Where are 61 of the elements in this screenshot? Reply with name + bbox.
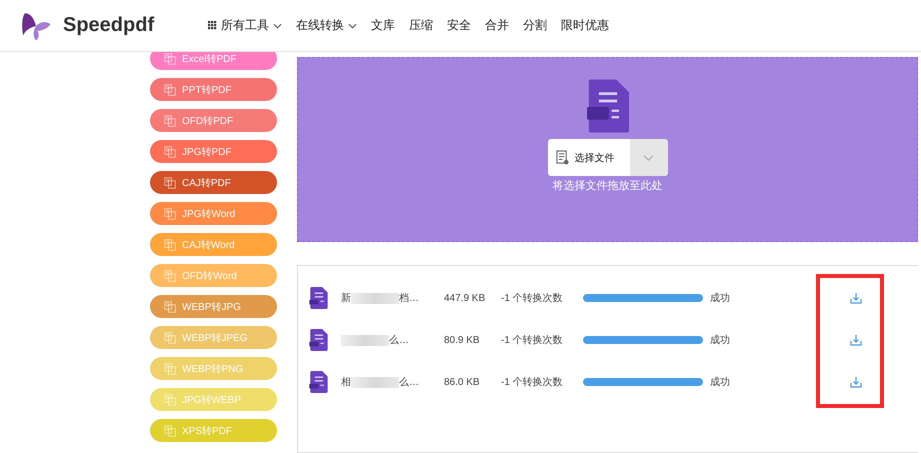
file-name: 相 [341,376,351,389]
nav-link[interactable]: 限时优惠 [561,17,609,34]
nav-link[interactable]: 分割 [523,17,547,34]
nav-link[interactable]: 压缩 [409,17,433,34]
download-icon[interactable] [850,292,862,304]
convert-icon [164,52,176,64]
convert-icon [164,300,176,312]
nav-link[interactable]: 合并 [485,17,509,34]
document-icon [556,150,568,165]
convert-icon [164,332,176,344]
drop-hint: 将选择文件拖放至此处 [552,178,662,193]
tool-button[interactable]: JPG转Word [150,202,277,225]
file-icon [309,371,328,393]
convert-icon [164,394,176,406]
convert-icon [164,424,176,436]
convert-icon [164,238,176,250]
file-name: 么… [399,376,419,389]
grid-icon [208,21,217,30]
tool-button[interactable]: JPG转PDF [150,140,277,163]
status-text: 成功 [710,292,731,305]
tool-button[interactable]: CAJ转PDF [150,171,277,194]
tool-button[interactable]: OFD转PDF [150,109,277,132]
blurred-text [351,292,399,304]
convert-icon [164,176,176,188]
pdf-file-icon [586,79,628,133]
convert-icon [164,362,176,374]
choose-file-button[interactable]: 选择文件 [548,139,630,176]
file-icon [309,287,328,309]
nav-link[interactable]: 文库 [371,17,395,34]
brand-name[interactable]: Speedpdf [63,14,154,37]
chevron-down-icon [348,22,357,28]
convert-icon [164,84,176,96]
tool-button[interactable]: Excel转PDF [150,52,277,70]
file-size: 80.9 KB [444,334,481,346]
nav-link[interactable]: 所有工具 [208,17,282,34]
tool-button[interactable]: PPT转PDF [150,78,277,101]
chevron-down-icon [273,22,282,28]
file-size: 86.0 KB [444,376,481,388]
nav-link[interactable]: 在线转换 [296,17,357,34]
conversion-count: -1 个转换次数 [501,292,564,305]
chevron-down-icon [643,154,654,160]
convert-icon [164,114,176,126]
convert-icon [164,146,176,158]
file-icon [309,329,328,351]
download-icon[interactable] [850,334,862,346]
convert-icon [164,208,176,220]
status-text: 成功 [710,376,731,389]
conversion-count: -1 个转换次数 [501,376,564,389]
file-name: 么… [389,334,409,347]
download-icon[interactable] [850,376,862,388]
file-name: 档… [399,292,419,305]
convert-icon [164,270,176,282]
blurred-text [341,334,389,346]
nav-link[interactable]: 安全 [447,17,471,34]
file-name: 新 [341,292,351,305]
file-size: 447.9 KB [444,292,486,304]
status-text: 成功 [710,334,731,347]
conversion-count: -1 个转换次数 [501,334,564,347]
tool-button[interactable]: WEBP转JPG [150,295,277,318]
blurred-text [351,376,399,388]
drop-zone[interactable]: 选择文件 将选择文件拖放至此处 [297,57,918,242]
